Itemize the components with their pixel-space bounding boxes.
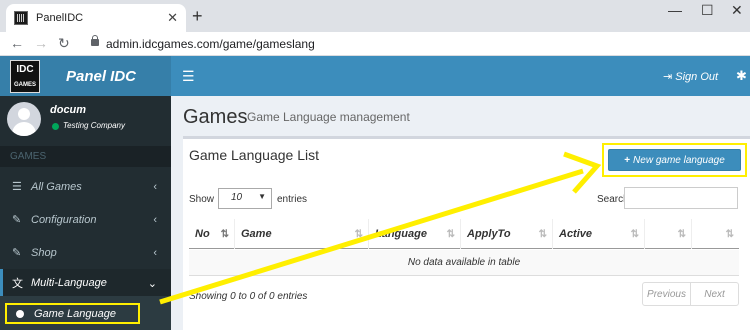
sort-asc-icon: ⇅	[220, 228, 229, 240]
empty-table-row: No data available in table	[189, 250, 739, 276]
sidebar-item-multi-language[interactable]: 文 Multi-Language ⌄	[0, 269, 171, 297]
forward-icon[interactable]: →	[34, 35, 48, 51]
close-window-icon[interactable]: ✕	[731, 2, 743, 19]
logo-subtext: GAMES	[13, 82, 36, 88]
column-label: Game	[241, 228, 272, 240]
minimize-icon[interactable]: —	[668, 2, 682, 18]
sidebar-item-label: All Games	[31, 180, 82, 193]
list-icon: ☰	[12, 181, 22, 193]
sort-icon: ⇅	[354, 228, 363, 240]
column-header-active[interactable]: Active ⇅	[553, 219, 645, 249]
list-box: Game Language List + New game language S…	[183, 136, 750, 330]
column-label: Active	[559, 228, 593, 240]
url-field[interactable]: admin.idcgames.com/game/gameslang	[106, 37, 315, 51]
previous-button[interactable]: Previous	[643, 283, 690, 305]
column-header-action-2[interactable]: ⇅	[692, 219, 739, 249]
sidebar-item-label: Multi-Language	[31, 277, 107, 289]
highlight-frame: + New game language	[602, 143, 747, 177]
sidebar-item-configuration[interactable]: ✎ Configuration ‹	[0, 203, 171, 236]
menu-section-header: GAMES	[10, 151, 171, 162]
column-label: Language	[375, 228, 427, 240]
pagination: Previous Next	[642, 282, 739, 306]
new-game-language-button[interactable]: + New game language	[608, 149, 741, 171]
sign-out-label: Sign Out	[675, 71, 719, 83]
sort-icon: ⇅	[677, 228, 686, 240]
user-name: docum	[50, 104, 87, 116]
subitem-label: Game Language	[34, 307, 116, 320]
gear-icon[interactable]: ✱	[736, 68, 747, 84]
column-header-language[interactable]: Language ⇅	[369, 219, 461, 249]
menu-toggle-icon[interactable]: ☰	[182, 68, 195, 85]
column-header-no[interactable]: No ⇅	[189, 219, 235, 249]
back-icon[interactable]: ←	[10, 35, 24, 51]
avatar	[7, 102, 41, 136]
top-navbar: ☰ ⇥ Sign Out ✱	[171, 56, 750, 96]
sidebar-item-all-games[interactable]: ☰ All Games ‹	[0, 170, 171, 203]
sign-out-button[interactable]: ⇥ Sign Out	[663, 70, 718, 83]
sidebar: IDC GAMES Panel IDC docum Testing Compan…	[0, 56, 171, 330]
search-input[interactable]	[624, 187, 738, 209]
online-status-icon	[52, 123, 59, 130]
page-subtitle: Game Language management	[247, 110, 410, 124]
page-title: Games	[183, 106, 248, 128]
chevron-left-icon: ‹	[153, 180, 157, 193]
edit-icon: ✎	[12, 214, 22, 226]
entries-value: 10	[231, 192, 243, 203]
browser-tab-bar: PanelIDC ✕ + — ☐ ✕	[0, 0, 750, 32]
box-title: Game Language List	[189, 147, 319, 163]
new-tab-icon[interactable]: +	[192, 6, 203, 27]
maximize-icon[interactable]: ☐	[701, 2, 714, 19]
sort-icon: ⇅	[446, 228, 455, 240]
sort-icon: ⇅	[725, 228, 734, 240]
favicon-icon	[14, 11, 28, 25]
entries-label: entries	[277, 194, 308, 205]
brand-name[interactable]: Panel IDC	[66, 68, 136, 85]
sort-icon: ⇅	[538, 228, 547, 240]
lock-icon	[91, 35, 99, 46]
sign-out-icon: ⇥	[663, 71, 673, 83]
close-tab-icon[interactable]: ✕	[167, 10, 178, 26]
main-content: Games Game Language management Game Lang…	[171, 96, 750, 330]
column-label: No	[195, 228, 210, 240]
dropdown-arrow-icon: ▼	[258, 192, 266, 201]
language-icon: 文	[12, 278, 23, 290]
entries-select[interactable]: 10 ▼	[218, 188, 272, 209]
plus-icon: +	[624, 154, 631, 166]
brand-bar: IDC GAMES Panel IDC	[0, 56, 171, 96]
chevron-left-icon: ‹	[153, 213, 157, 226]
user-company: Testing Company	[63, 121, 125, 130]
logo[interactable]: IDC GAMES	[10, 60, 40, 93]
tab-title: PanelIDC	[36, 12, 84, 24]
browser-tab[interactable]: PanelIDC ✕	[6, 4, 186, 32]
address-bar: ← → ↻ admin.idcgames.com/game/gameslang	[0, 32, 750, 56]
sidebar-item-shop[interactable]: ✎ Shop ‹	[0, 236, 171, 269]
next-button[interactable]: Next	[690, 283, 738, 305]
edit-icon: ✎	[12, 247, 22, 259]
chevron-down-icon: ⌄	[147, 277, 157, 290]
column-header-applyto[interactable]: ApplyTo ⇅	[461, 219, 553, 249]
table-info: Showing 0 to 0 of 0 entries	[189, 291, 308, 302]
chevron-left-icon: ‹	[153, 246, 157, 259]
new-button-label: New game language	[633, 154, 725, 166]
sidebar-item-label: Shop	[31, 246, 57, 259]
sidebar-subitem-game-language[interactable]: Game Language	[5, 303, 140, 324]
sort-icon: ⇅	[630, 228, 639, 240]
column-header-action-1[interactable]: ⇅	[645, 219, 692, 249]
user-panel: docum Testing Company	[0, 96, 171, 146]
column-label: ApplyTo	[467, 228, 511, 240]
show-label: Show	[189, 194, 215, 205]
submenu: Game Language	[0, 296, 171, 330]
table-header: No ⇅ Game ⇅ Language ⇅ ApplyTo ⇅ Active …	[189, 219, 739, 249]
column-header-game[interactable]: Game ⇅	[235, 219, 369, 249]
circle-icon	[16, 309, 24, 318]
sidebar-item-label: Configuration	[31, 213, 97, 226]
reload-icon[interactable]: ↻	[58, 35, 70, 52]
logo-text: IDC	[16, 64, 34, 75]
